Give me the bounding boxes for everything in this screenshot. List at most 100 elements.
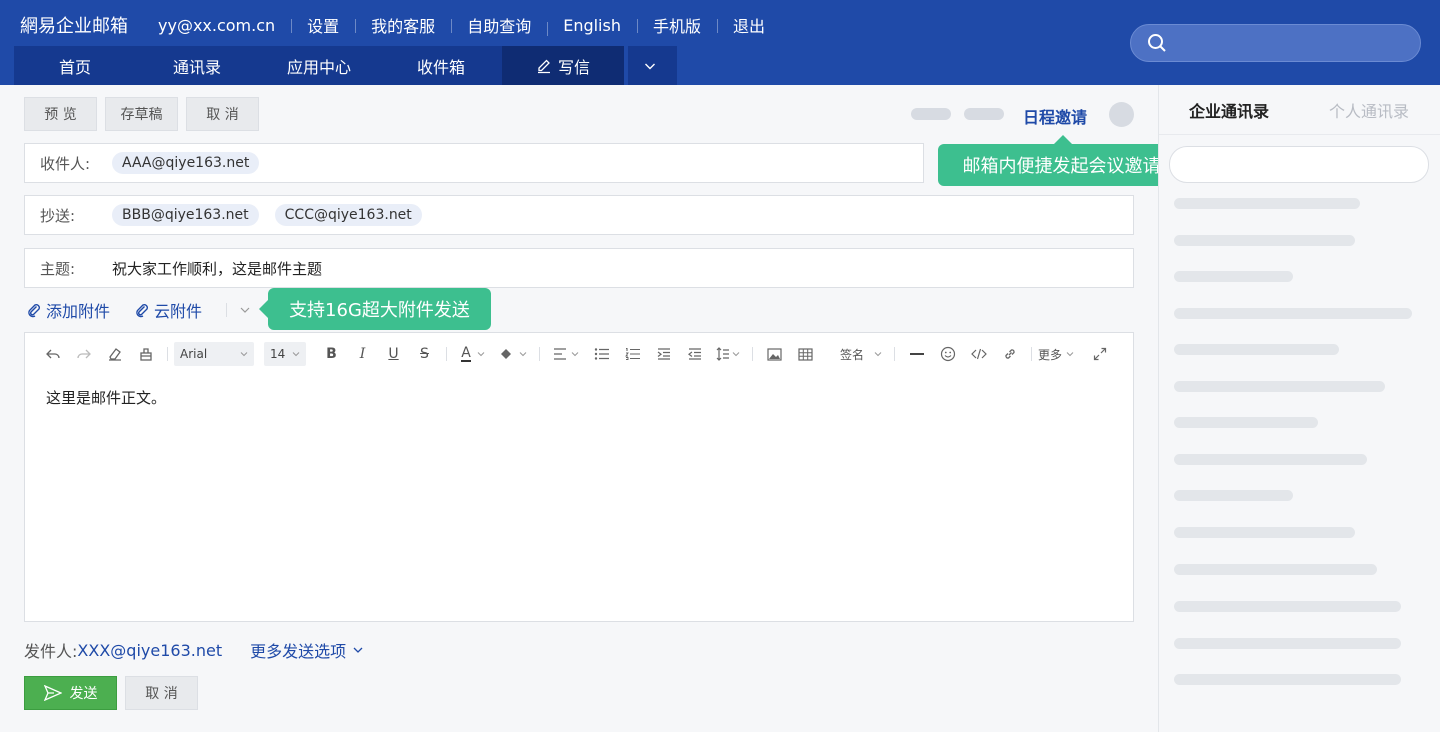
divider [167,347,168,361]
contact-placeholder-row[interactable] [1174,527,1355,538]
contact-placeholder-row[interactable] [1174,417,1318,428]
more-tabs-dropdown[interactable] [628,46,677,85]
tab-write[interactable]: 写信 [502,46,624,85]
subject-label: 主题: [40,259,76,278]
signature-dropdown[interactable]: 签名 [834,346,888,363]
contact-placeholder-row[interactable] [1174,601,1401,612]
link-icon[interactable] [994,342,1025,366]
settings-link[interactable]: 设置 [291,13,355,37]
account-email-link[interactable]: yy@xx.com.cn [158,16,291,35]
redo-icon[interactable] [68,342,99,366]
indent-icon[interactable] [648,342,679,366]
contact-placeholder-row[interactable] [1174,674,1401,685]
align-icon[interactable] [546,342,586,366]
contact-placeholder-row[interactable] [1174,271,1293,282]
search-input[interactable] [1175,35,1415,51]
avatar[interactable] [1109,102,1134,127]
recipient-chip[interactable]: AAA@qiye163.net [112,152,260,174]
tab-home[interactable]: 首页 [14,46,136,85]
subject-field[interactable]: 主题: 祝大家工作顺利，这是邮件主题 [24,248,1134,288]
preview-button[interactable]: 预 览 [24,97,97,131]
contacts-search-input[interactable] [1169,146,1429,183]
brand-logo: 網易企业邮箱 [20,16,128,37]
line-height-icon[interactable] [710,342,746,366]
search-icon [1148,34,1166,52]
contact-placeholder-row[interactable] [1174,638,1401,649]
send-label: 发送 [69,686,98,702]
cloud-attachment-button[interactable]: 云附件 [134,298,202,322]
save-draft-button[interactable]: 存草稿 [105,97,178,131]
more-send-options-button[interactable]: 更多发送选项 [250,638,364,662]
contact-placeholder-row[interactable] [1174,381,1385,392]
cc-field[interactable]: 抄送: BBB@qiye163.net CCC@qiye163.net [24,195,1134,235]
mobile-version-link[interactable]: 手机版 [636,13,717,37]
send-button[interactable]: 发送 [24,676,117,710]
format-painter-icon[interactable] [130,342,161,366]
font-size-select[interactable]: 14 [264,342,306,366]
divider [894,347,896,361]
rich-text-editor[interactable]: Arial 14 B I U S A 签名 更多 这里是邮件正文。 [24,332,1134,622]
toolbar-placeholder-pill[interactable] [964,108,1004,120]
numbered-list-icon[interactable] [617,342,648,366]
cancel-send-button[interactable]: 取 消 [125,676,198,710]
outdent-icon[interactable] [679,342,710,366]
horizontal-rule-icon[interactable] [901,342,932,366]
highlight-color-icon[interactable] [493,342,533,366]
tab-contacts[interactable]: 通讯录 [136,46,258,85]
strikethrough-icon[interactable]: S [409,342,440,366]
eraser-icon[interactable] [99,342,130,366]
divider [539,347,540,361]
contact-placeholder-row[interactable] [1174,490,1293,501]
contact-placeholder-row[interactable] [1174,308,1412,319]
cc-chip[interactable]: CCC@qiye163.net [274,204,422,226]
chevron-down-icon [1066,352,1074,357]
contact-placeholder-row[interactable] [1174,454,1367,465]
tab-app-center[interactable]: 应用中心 [258,46,380,85]
tab-inbox[interactable]: 收件箱 [380,46,502,85]
emoji-icon[interactable] [932,342,963,366]
expand-icon[interactable] [1084,342,1115,366]
chevron-down-icon [874,352,882,357]
customer-service-link[interactable]: 我的客服 [355,13,451,37]
font-color-icon[interactable]: A [453,342,493,366]
schedule-invite-link[interactable]: 日程邀请 [1023,104,1087,128]
subject-input[interactable]: 祝大家工作顺利，这是邮件主题 [112,258,322,279]
logout-link[interactable]: 退出 [717,13,781,37]
italic-icon[interactable]: I [347,342,378,366]
contact-placeholder-row[interactable] [1174,344,1339,355]
tab-home-label: 首页 [58,57,91,77]
main-nav-tabs: 首页 通讯录 应用中心 收件箱 写信 [14,46,677,85]
contact-placeholder-row[interactable] [1174,198,1360,209]
image-icon[interactable] [759,342,790,366]
chevron-down-icon[interactable] [239,304,251,316]
underline-icon[interactable]: U [378,342,409,366]
english-link[interactable]: English [547,16,637,36]
top-links: 網易企业邮箱 yy@xx.com.cn 设置 我的客服 自助查询 English… [20,12,781,38]
contact-placeholder-row[interactable] [1174,564,1377,575]
bold-icon[interactable]: B [316,342,347,366]
attachment-tooltip: 支持16G超大附件发送 [259,288,491,330]
tab-enterprise-contacts[interactable]: 企业通讯录 [1159,98,1299,122]
table-icon[interactable] [790,342,821,366]
email-body[interactable]: 这里是邮件正文。 [46,387,166,408]
more-tools-dropdown[interactable]: 更多 [1038,346,1080,363]
code-icon[interactable] [963,342,994,366]
undo-icon[interactable] [37,342,68,366]
sender-email-select[interactable]: XXX@qiye163.net [77,641,222,660]
attachment-row: 添加附件 云附件 [26,299,251,321]
cancel-button[interactable]: 取 消 [186,97,259,131]
chevron-down-icon [353,647,363,653]
editor-toolbar: Arial 14 B I U S A 签名 更多 [25,333,1133,375]
bullet-list-icon[interactable] [586,342,617,366]
font-family-value: Arial [180,347,208,361]
divider [1031,347,1033,361]
add-attachment-button[interactable]: 添加附件 [26,298,110,322]
font-family-select[interactable]: Arial [174,342,254,366]
search-box[interactable] [1130,24,1421,62]
cc-chip[interactable]: BBB@qiye163.net [112,204,259,226]
tab-personal-contacts[interactable]: 个人通讯录 [1299,98,1439,122]
contact-placeholder-row[interactable] [1174,235,1355,246]
self-service-query-link[interactable]: 自助查询 [451,13,547,37]
toolbar-placeholder-pill[interactable] [911,108,951,120]
to-field[interactable]: 收件人: AAA@qiye163.net [24,143,924,183]
